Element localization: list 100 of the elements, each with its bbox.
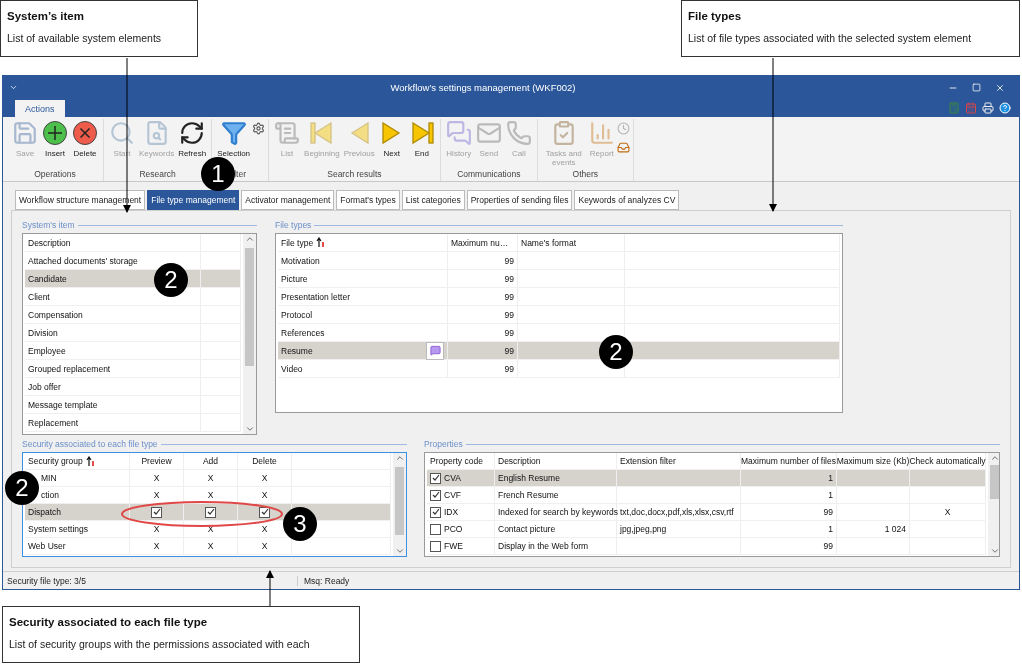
callout-text: List of file types associated with the selected system element xyxy=(688,32,973,44)
list-item[interactable]: Job offer xyxy=(25,378,201,395)
table-cell: 99 xyxy=(504,255,514,266)
table-cell: 99 xyxy=(504,309,514,320)
group-label: Operations xyxy=(34,168,76,181)
table-cell[interactable]: Picture xyxy=(281,273,308,284)
bar-chart-icon xyxy=(588,120,615,146)
table-cell: 1 xyxy=(828,473,833,483)
ribbon-button[interactable]: Delete xyxy=(70,119,100,159)
ribbon-button[interactable]: Selection xyxy=(215,119,253,159)
column-header[interactable]: Maximum number of files xyxy=(741,456,836,466)
scroll-down-icon[interactable] xyxy=(394,546,405,556)
plus-circle-icon xyxy=(42,120,68,146)
ribbon-tab[interactable]: Actions xyxy=(15,100,65,117)
table-cell[interactable]: Web User xyxy=(28,541,66,551)
table-cell: 99 xyxy=(823,507,833,517)
table-cell[interactable]: Protocol xyxy=(281,309,313,320)
column-header[interactable]: Add xyxy=(202,456,219,466)
column-header[interactable]: Delete xyxy=(252,456,277,466)
scroll-down-icon[interactable] xyxy=(989,546,999,556)
scroll-up-icon[interactable] xyxy=(244,234,255,244)
envelope-icon xyxy=(475,120,502,146)
scrollbar[interactable] xyxy=(988,453,999,556)
list-item[interactable]: Division xyxy=(25,324,201,341)
help-icon[interactable] xyxy=(999,102,1011,114)
quick-access-icon[interactable] xyxy=(9,83,18,92)
sort-icon[interactable] xyxy=(316,237,326,248)
column-header[interactable]: Maximum nu… xyxy=(451,237,509,248)
table-cell: French Resume xyxy=(498,490,559,500)
ribbon-button[interactable]: End xyxy=(406,119,437,159)
scroll-up-icon[interactable] xyxy=(394,453,405,463)
column-header[interactable]: Maximum size (Kb) xyxy=(836,456,910,466)
table-cell: X xyxy=(207,524,214,534)
ribbon-button[interactable]: Next xyxy=(376,119,407,159)
list-item[interactable]: Employee xyxy=(25,342,201,359)
table-cell[interactable]: References xyxy=(281,327,325,338)
table-cell[interactable]: ction xyxy=(41,490,59,500)
callout-title: Security associated to each file type xyxy=(9,616,209,628)
column-header[interactable]: Check automatically xyxy=(909,456,986,466)
table-cell[interactable]: Resume xyxy=(281,345,313,356)
checkbox[interactable] xyxy=(205,506,216,518)
table-cell[interactable]: Video xyxy=(281,363,303,374)
column-header[interactable]: Preview xyxy=(141,456,172,466)
column-header[interactable]: File type xyxy=(281,237,314,248)
column-header[interactable]: Description xyxy=(498,456,541,466)
group-label: Research xyxy=(139,168,176,181)
table-cell: 99 xyxy=(504,363,514,374)
tab[interactable]: List categories xyxy=(401,190,465,210)
checkbox[interactable] xyxy=(430,506,441,518)
table-cell[interactable]: IDX xyxy=(444,507,459,517)
list-item[interactable]: Compensation xyxy=(25,306,201,323)
table-cell: Indexed for search by keywords xyxy=(498,507,618,517)
tab[interactable]: Properties of sending files xyxy=(466,190,573,210)
table-cell[interactable]: CVA xyxy=(444,473,461,483)
table-cell: X xyxy=(207,541,214,551)
table-cell: jpg,jpeg,png xyxy=(620,524,667,534)
table-cell[interactable]: Motivation xyxy=(281,255,320,266)
group-label: Communications xyxy=(457,168,521,181)
table-cell[interactable]: FWE xyxy=(444,541,463,551)
settings-icon[interactable] xyxy=(252,122,266,135)
checkbox[interactable] xyxy=(430,523,441,535)
list-item[interactable]: Grouped replacement xyxy=(25,360,201,377)
table-cell[interactable]: PCO xyxy=(444,524,463,534)
printer-icon[interactable] xyxy=(982,102,994,114)
table-cell[interactable]: MIN xyxy=(41,473,57,483)
column-header[interactable]: Name's format xyxy=(521,237,576,248)
ribbon-button[interactable]: Insert xyxy=(40,119,70,159)
table-cell[interactable]: System settings xyxy=(28,524,88,534)
column-header[interactable]: Extension filter xyxy=(620,456,676,466)
list-item[interactable]: Message template xyxy=(25,396,201,413)
column-header[interactable]: Security group xyxy=(28,456,83,466)
table-cell: 99 xyxy=(823,541,833,551)
inbox-icon[interactable] xyxy=(616,141,630,154)
list-item[interactable]: Replacement xyxy=(25,414,201,431)
table-cell: X xyxy=(153,541,160,551)
table-cell: X xyxy=(261,524,268,534)
tab[interactable]: Keywords of analyzes CV xyxy=(574,190,680,210)
scrollbar[interactable] xyxy=(393,453,406,556)
checkbox[interactable] xyxy=(430,540,441,552)
table-cell[interactable]: Dispatch xyxy=(28,507,62,517)
checkbox[interactable] xyxy=(430,489,441,501)
checkbox[interactable] xyxy=(430,472,441,484)
magnifier-icon xyxy=(109,120,135,146)
checkbox[interactable] xyxy=(259,506,270,518)
checkbox[interactable] xyxy=(151,506,162,518)
maximize-icon[interactable] xyxy=(972,83,981,92)
tab[interactable]: Activator management xyxy=(241,190,335,210)
tab[interactable]: File type management xyxy=(147,190,240,210)
table-cell[interactable]: Presentation letter xyxy=(281,291,350,302)
ribbon-button[interactable]: Refresh xyxy=(176,119,209,159)
table-cell[interactable]: CVF xyxy=(444,490,461,500)
scroll-down-icon[interactable] xyxy=(244,424,255,434)
table-cell: Display in the Web form xyxy=(498,541,589,551)
scroll-up-icon[interactable] xyxy=(989,453,999,463)
column-header[interactable]: Property code xyxy=(430,456,483,466)
sort-icon[interactable] xyxy=(85,455,95,467)
close-icon[interactable] xyxy=(995,82,1005,93)
column-header[interactable]: Description xyxy=(25,234,201,251)
scrollbar[interactable] xyxy=(243,234,256,434)
tab[interactable]: Format's types xyxy=(336,190,400,210)
